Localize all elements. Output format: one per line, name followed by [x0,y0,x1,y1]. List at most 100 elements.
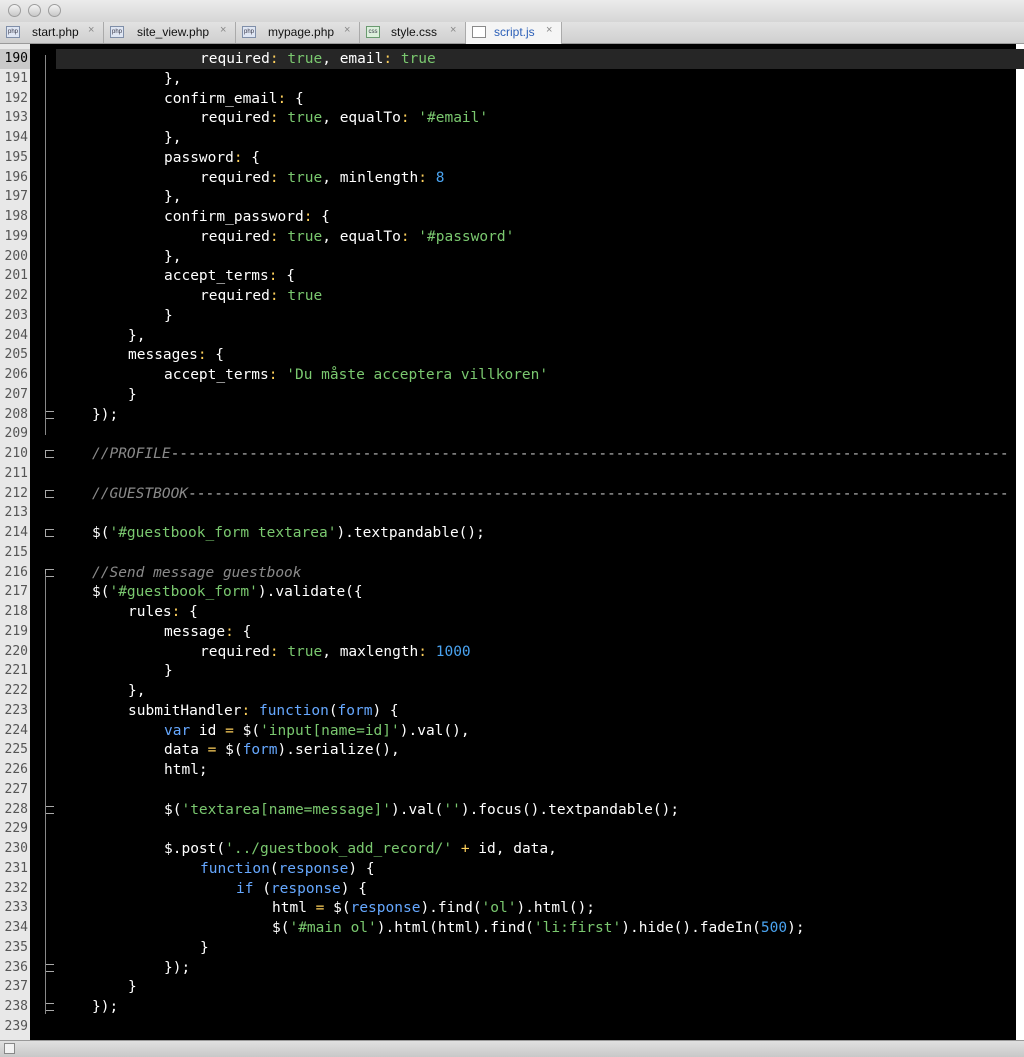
code-line[interactable]: } [164,306,173,326]
line-number: 201 [4,268,28,283]
code-line[interactable]: //PROFILE-------------------------------… [92,444,1009,464]
code-line[interactable]: if (response) { [236,879,367,899]
tab-label: script.js [494,25,535,39]
code-line[interactable]: $('textarea[name=message]').val('').focu… [164,800,679,820]
fold-marker-icon[interactable] [45,1003,54,1011]
tab-label: style.css [391,25,438,39]
code-line[interactable]: }, [164,187,181,207]
line-number: 225 [4,742,28,757]
close-icon[interactable]: × [88,24,94,36]
line-number: 192 [4,91,28,106]
line-number: 229 [4,821,28,836]
line-number: 206 [4,367,28,382]
code-line[interactable]: } [128,385,137,405]
tab-label: site_view.php [137,25,210,39]
code-line[interactable]: $('#main ol').html(html).find('li:first'… [272,918,805,938]
code-line[interactable]: rules: { [128,602,198,622]
fold-marker-icon[interactable] [45,490,54,498]
code-line[interactable]: function(response) { [200,859,375,879]
line-number: 222 [4,683,28,698]
code-line[interactable]: //GUESTBOOK-----------------------------… [92,484,1009,504]
line-number: 235 [4,940,28,955]
code-line[interactable]: submitHandler: function(form) { [128,701,399,721]
code-line[interactable]: }, [164,128,181,148]
line-number: 211 [4,466,28,481]
line-number: 238 [4,999,28,1014]
vertical-scrollbar[interactable] [1016,44,1024,1040]
tab-label: mypage.php [268,25,335,39]
code-line[interactable]: $.post('../guestbook_add_record/' + id, … [164,839,557,859]
code-line[interactable]: required: true, equalTo: '#email' [200,108,488,128]
code-line[interactable]: } [200,938,209,958]
code-line[interactable]: required: true, email: true [200,49,436,69]
close-window-button[interactable] [8,4,21,17]
line-number: 234 [4,920,28,935]
js-file-icon [472,26,486,38]
code-line[interactable]: //Send message guestbook [92,563,302,583]
status-bar [0,1040,1024,1057]
code-line[interactable]: data = $(form).serialize(), [164,740,400,760]
code-line[interactable]: accept_terms: { [164,266,295,286]
line-number: 196 [4,170,28,185]
tab-start-php[interactable]: php start.php × [0,22,104,43]
code-line[interactable]: confirm_email: { [164,89,304,109]
line-number: 239 [4,1019,28,1034]
window-title-bar [0,0,1024,23]
fold-marker-icon[interactable] [45,450,54,458]
fold-marker-icon[interactable] [45,411,54,419]
line-number: 208 [4,407,28,422]
close-icon[interactable]: × [450,24,456,36]
close-icon[interactable]: × [344,24,350,36]
tab-bar: php start.php × php site_view.php × php … [0,22,1024,44]
code-line[interactable]: $('#guestbook_form textarea').textpandab… [92,523,485,543]
code-line[interactable]: }, [164,69,181,89]
code-line[interactable]: }); [92,405,118,425]
code-line[interactable]: }); [164,958,190,978]
code-line[interactable]: $('#guestbook_form').validate({ [92,582,363,602]
tab-mypage-php[interactable]: php mypage.php × [236,22,360,43]
code-line[interactable]: }, [164,247,181,267]
line-number: 197 [4,189,28,204]
code-line[interactable]: var id = $('input[name=id]').val(), [164,721,470,741]
minimize-window-button[interactable] [28,4,41,17]
close-icon[interactable]: × [220,24,226,36]
code-line[interactable]: required: true, minlength: 8 [200,168,444,188]
code-line[interactable]: } [164,661,173,681]
code-line[interactable]: required: true [200,286,322,306]
tab-script-js[interactable]: script.js × [466,22,562,44]
code-line[interactable]: confirm_password: { [164,207,330,227]
line-number: 227 [4,782,28,797]
fold-marker-icon[interactable] [45,964,54,972]
fold-marker-icon[interactable] [45,529,54,537]
line-number: 236 [4,960,28,975]
code-line[interactable]: html = $(response).find('ol').html(); [272,898,595,918]
code-line[interactable]: messages: { [128,345,224,365]
code-line[interactable]: }, [128,326,145,346]
zoom-window-button[interactable] [48,4,61,17]
code-line[interactable]: message: { [164,622,251,642]
tab-site-view-php[interactable]: php site_view.php × [104,22,236,43]
php-file-icon: php [242,26,256,38]
code-line[interactable]: required: true, equalTo: '#password' [200,227,514,247]
code-line[interactable]: accept_terms: 'Du måste acceptera villko… [164,365,548,385]
line-number: 204 [4,328,28,343]
code-line[interactable]: html; [164,760,208,780]
line-number: 198 [4,209,28,224]
line-number: 217 [4,584,28,599]
fold-marker-icon[interactable] [45,806,54,814]
fold-marker-icon[interactable] [45,569,54,577]
code-line[interactable]: } [128,977,137,997]
code-line[interactable]: required: true, maxlength: 1000 [200,642,471,662]
code-line[interactable]: password: { [164,148,260,168]
line-number: 194 [4,130,28,145]
line-number: 215 [4,545,28,560]
close-icon[interactable]: × [546,24,552,36]
line-number: 233 [4,900,28,915]
line-number: 221 [4,663,28,678]
line-number: 202 [4,288,28,303]
line-number: 205 [4,347,28,362]
code-line[interactable]: }); [92,997,118,1017]
status-toggle-icon[interactable] [4,1043,15,1054]
code-line[interactable]: }, [128,681,145,701]
tab-style-css[interactable]: css style.css × [360,22,466,43]
